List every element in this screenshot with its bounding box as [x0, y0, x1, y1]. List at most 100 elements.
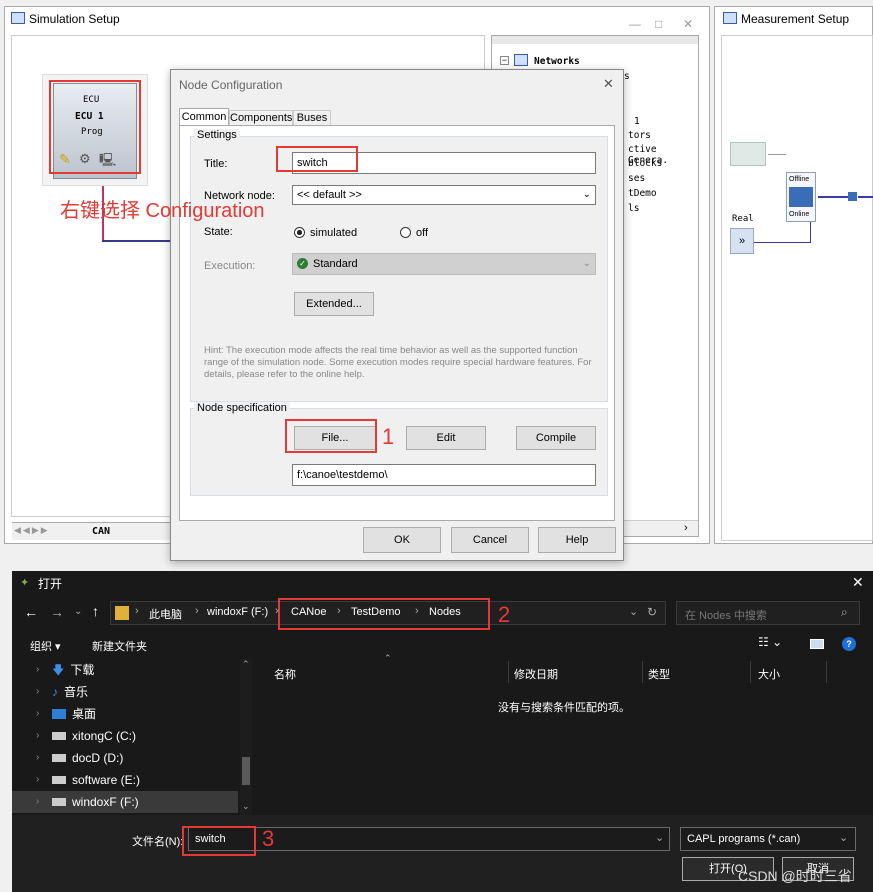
generator-block[interactable]: [730, 142, 766, 166]
execution-label: Execution:: [204, 260, 256, 272]
scroll-arrows-icon[interactable]: ◀◀▶▶: [14, 525, 50, 536]
hint-text: Hint: The execution mode affects the rea…: [204, 345, 592, 380]
chevron-down-icon[interactable]: ⌄: [629, 605, 638, 618]
chevron-down-icon[interactable]: ⌄: [655, 831, 664, 844]
execution-select[interactable]: ✓ Standard ⌄: [292, 253, 596, 275]
filetype-value: CAPL programs (*.can): [687, 833, 801, 845]
app-icon: ✦: [20, 577, 30, 589]
close-button[interactable]: ✕: [683, 17, 693, 31]
network-node-value: << default >>: [297, 189, 362, 201]
compile-button[interactable]: Compile: [516, 426, 596, 450]
nav-item-drive-e[interactable]: › software (E:): [36, 769, 140, 791]
back-icon[interactable]: ←: [24, 604, 38, 620]
edit-button[interactable]: Edit: [406, 426, 486, 450]
sim-title: Simulation Setup: [29, 12, 120, 26]
view-options-icon[interactable]: ☷ ⌄: [758, 635, 782, 649]
tree-item[interactable]: tors: [628, 130, 651, 141]
chevron-down-icon: ⌄: [582, 189, 591, 200]
tree-item[interactable]: 1: [634, 116, 640, 127]
drive-icon: [52, 776, 66, 784]
col-name[interactable]: 名称: [274, 666, 296, 682]
dialog-close-icon[interactable]: ✕: [603, 76, 614, 92]
real-label: Real: [732, 214, 754, 224]
path-input[interactable]: f:\canoe\testdemo\: [292, 464, 596, 486]
nav-item-desktop[interactable]: › 桌面: [36, 703, 96, 725]
node-config-dialog: Node Configuration ✕ Common Components B…: [170, 69, 624, 561]
up-icon[interactable]: ↑: [92, 603, 99, 619]
nav-item-drive-d[interactable]: › docD (D:): [36, 747, 123, 769]
preview-pane-icon[interactable]: [810, 639, 824, 649]
desktop-icon: [52, 709, 66, 719]
tree-item[interactable]: ses: [628, 173, 645, 184]
radio-off-label: off: [416, 227, 429, 239]
tab-buses[interactable]: Buses: [293, 110, 331, 126]
chevron-right-icon[interactable]: ›: [684, 522, 688, 534]
real-button[interactable]: »: [730, 228, 754, 254]
maximize-button[interactable]: □: [655, 17, 662, 31]
crumb-drive[interactable]: windoxF (F:): [207, 606, 268, 618]
title-label: Title:: [204, 158, 228, 170]
nav-item-music[interactable]: › ♪ 音乐: [36, 681, 88, 703]
tree-expand-icon[interactable]: −: [500, 56, 509, 65]
tab-common[interactable]: Common: [179, 108, 229, 126]
mode-switch-block[interactable]: Offline Online: [786, 172, 816, 222]
meas-canvas[interactable]: Offline Online Real »: [721, 35, 873, 541]
empty-message: 没有与搜索条件匹配的项。: [498, 702, 630, 714]
forward-icon[interactable]: →: [50, 604, 64, 620]
nav-item-drive-c[interactable]: › xitongC (C:): [36, 725, 136, 747]
ok-button[interactable]: OK: [363, 527, 441, 553]
col-modified[interactable]: 修改日期: [514, 666, 558, 682]
network-node-select[interactable]: << default >> ⌄: [292, 185, 596, 205]
highlight-path: [278, 598, 490, 630]
tab-can[interactable]: CAN: [92, 526, 110, 537]
nav-scrollbar[interactable]: ⌃ ⌄: [240, 659, 252, 815]
help-icon[interactable]: ?: [842, 637, 856, 651]
crumb-this-pc[interactable]: 此电脑: [149, 606, 182, 622]
radio-simulated[interactable]: [294, 227, 305, 238]
network-icon: [11, 12, 25, 24]
highlight-file-button: [285, 419, 377, 453]
tree-item[interactable]: tDemo: [628, 188, 657, 199]
open-title: 打开: [38, 577, 63, 591]
search-input-placeholder: 在 Nodes 中搜索: [685, 610, 767, 622]
radio-off[interactable]: [400, 227, 411, 238]
nav-item-downloads[interactable]: › 🡇 下载: [36, 659, 94, 681]
step-number-3: 3: [262, 826, 275, 851]
check-icon: ✓: [297, 258, 308, 269]
tab-components[interactable]: Components: [229, 110, 293, 126]
tab-panel: Settings Title: switch Network node: << …: [179, 125, 615, 521]
nav-pane[interactable]: › 🡇 下载 › ♪ 音乐 › 桌面 › xitongC (C:) › docD (D:) ›…: [12, 659, 256, 815]
open-close-icon[interactable]: ✕: [852, 574, 864, 591]
filetype-select[interactable]: CAPL programs (*.can) ⌄: [680, 827, 856, 851]
extended-button[interactable]: Extended...: [294, 292, 374, 316]
nav-item-drive-f[interactable]: › windoxF (F:): [12, 791, 238, 813]
sim-titlebar: Simulation Setup — □ ✕: [5, 7, 709, 31]
tree-item[interactable]: s: [624, 71, 630, 82]
recent-icon[interactable]: ⌄: [74, 606, 82, 617]
tree-item[interactable]: ls: [628, 203, 639, 214]
drive-icon: [52, 798, 66, 806]
measurement-icon: [723, 12, 737, 24]
watermark: CSDN @时时三省: [738, 868, 852, 884]
radio-simulated-label: simulated: [310, 227, 358, 239]
cancel-button[interactable]: Cancel: [451, 527, 529, 553]
nodespec-label: Node specification: [194, 402, 290, 414]
col-size[interactable]: 大小: [758, 666, 780, 682]
folder-icon: [115, 606, 129, 620]
minimize-button[interactable]: —: [629, 17, 641, 31]
chevron-down-icon: ⌄: [582, 258, 591, 269]
filename-label: 文件名(N):: [132, 836, 184, 848]
search-icon[interactable]: ⌕: [841, 605, 848, 620]
help-button[interactable]: Help: [538, 527, 616, 553]
filename-input[interactable]: switch ⌄: [188, 827, 670, 851]
search-box[interactable]: 在 Nodes 中搜索 ⌕: [676, 601, 860, 625]
tree-item[interactable]: blocks: [628, 158, 662, 169]
col-type[interactable]: 类型: [648, 666, 670, 682]
refresh-icon[interactable]: ↻: [647, 605, 657, 619]
organize-button[interactable]: 组织 ▾: [30, 638, 61, 654]
tree-item-networks[interactable]: Networks: [534, 56, 580, 67]
meas-title: Measurement Setup: [741, 12, 850, 26]
drive-icon: [52, 732, 66, 740]
new-folder-button[interactable]: 新建文件夹: [92, 638, 147, 654]
state-label: State:: [204, 226, 233, 238]
